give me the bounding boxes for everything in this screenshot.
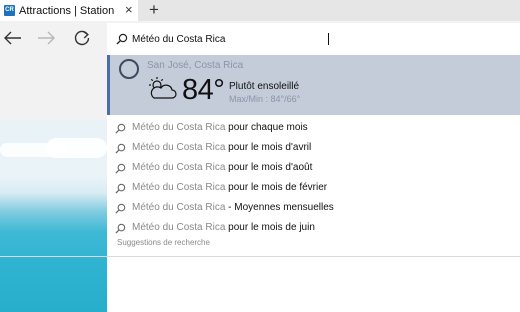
search-icon	[115, 203, 126, 214]
weather-suggestion[interactable]: San José, Costa Rica 84° Plutôt ensoleil…	[107, 55, 520, 115]
suggestion-completion: pour chaque mois	[225, 122, 308, 133]
suggestion-text: Météo du Costa Rica pour le mois d'août	[132, 162, 312, 173]
suggestion-query: Météo du Costa Rica	[132, 182, 226, 193]
suggestion-completion: - Moyennes mensuelles	[225, 202, 334, 213]
suggestion-text: Météo du Costa Rica pour le mois d'avril	[132, 142, 311, 153]
suggestion-completion: pour le mois d'août	[225, 162, 313, 173]
new-tab-button[interactable]: +	[149, 1, 159, 19]
suggestion-item[interactable]: Météo du Costa Rica pour le mois d'août	[107, 158, 520, 178]
suggestion-item[interactable]: Météo du Costa Rica pour chaque mois	[107, 118, 520, 138]
weather-minmax: Max/Min : 84°/66°	[229, 94, 301, 104]
tab-bar: CR Attractions | Station × +	[0, 0, 520, 21]
address-input[interactable]	[132, 30, 492, 48]
suggestion-item[interactable]: Météo du Costa Rica - Moyennes mensuelle…	[107, 198, 520, 218]
search-icon	[115, 183, 126, 194]
tab-close-button[interactable]: ×	[125, 3, 133, 17]
suggestion-text: Météo du Costa Rica - Moyennes mensuelle…	[132, 202, 334, 213]
refresh-icon	[74, 30, 90, 46]
address-bar[interactable]	[107, 23, 520, 55]
suggestion-text: Météo du Costa Rica pour chaque mois	[132, 122, 308, 133]
search-icon	[115, 223, 126, 234]
partly-sunny-icon	[149, 77, 177, 99]
beach-photo	[0, 120, 107, 312]
suggestion-text: Météo du Costa Rica pour le mois de févr…	[132, 182, 327, 193]
suggestion-completion: pour le mois d'avril	[225, 142, 312, 153]
selection-circle-icon	[119, 59, 139, 79]
suggestion-list: Météo du Costa Rica pour chaque mois Mét…	[107, 118, 520, 238]
weather-temperature: 84°	[182, 74, 225, 106]
text-caret	[328, 33, 329, 45]
suggestion-query: Météo du Costa Rica	[132, 222, 226, 233]
page-content	[0, 55, 107, 312]
suggestion-query: Météo du Costa Rica	[132, 162, 226, 173]
site-favicon-icon: CR	[4, 5, 15, 16]
back-arrow-icon	[4, 31, 21, 45]
search-icon	[115, 143, 126, 154]
search-icon	[115, 123, 126, 134]
refresh-button[interactable]	[69, 25, 95, 51]
suggestion-text: Météo du Costa Rica pour le mois de juin	[132, 222, 315, 233]
suggestion-item[interactable]: Météo du Costa Rica pour le mois d'avril	[107, 138, 520, 158]
page-header-area	[0, 55, 107, 120]
suggestions-dropdown: San José, Costa Rica 84° Plutôt ensoleil…	[107, 55, 520, 257]
tab-title: Attractions | Station	[19, 4, 115, 17]
suggestion-completion: pour le mois de février	[225, 182, 328, 193]
weather-city: San José, Costa Rica	[147, 60, 244, 71]
suggestion-query: Météo du Costa Rica	[132, 202, 226, 213]
suggestion-completion: pour le mois de juin	[225, 222, 315, 233]
back-button[interactable]	[0, 25, 26, 51]
search-icon	[116, 33, 128, 45]
suggestions-footer: Suggestions de recherche	[117, 238, 210, 247]
suggestion-item[interactable]: Météo du Costa Rica pour le mois de févr…	[107, 178, 520, 198]
cloud-shape	[46, 138, 107, 158]
forward-arrow-icon	[38, 31, 55, 45]
suggestion-item[interactable]: Météo du Costa Rica pour le mois de juin	[107, 218, 520, 238]
search-icon	[115, 163, 126, 174]
suggestion-query: Météo du Costa Rica	[132, 122, 226, 133]
browser-tab[interactable]: CR Attractions | Station ×	[0, 0, 138, 21]
suggestion-query: Météo du Costa Rica	[132, 142, 226, 153]
weather-condition: Plutôt ensoleillé	[229, 81, 300, 92]
forward-button[interactable]	[33, 25, 59, 51]
